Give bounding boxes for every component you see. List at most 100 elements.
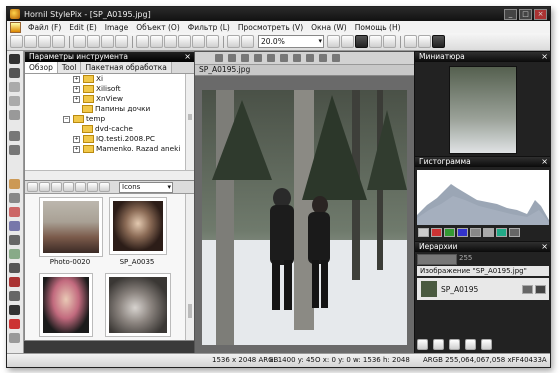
scroll-thumb[interactable] — [188, 114, 192, 120]
red-eye-icon[interactable] — [9, 319, 20, 329]
channel-red-icon[interactable] — [431, 228, 442, 237]
channel-active-icon[interactable] — [496, 228, 507, 237]
fullscreen-icon[interactable] — [383, 35, 396, 48]
fill-icon[interactable] — [9, 249, 20, 259]
eye-icon[interactable] — [9, 54, 20, 64]
channel-other-icon[interactable] — [509, 228, 520, 237]
last-image-icon[interactable] — [115, 35, 128, 48]
menu-filter[interactable]: Фильтр (L) — [184, 23, 234, 32]
new-file-icon[interactable] — [10, 35, 23, 48]
channel-green-icon[interactable] — [444, 228, 455, 237]
align-icon[interactable] — [319, 54, 327, 62]
navigator-preview[interactable] — [449, 66, 517, 154]
flip-icon[interactable] — [241, 35, 254, 48]
zoom-out-icon[interactable] — [341, 35, 354, 48]
menu-edit[interactable]: Edit (E) — [65, 23, 101, 32]
layer-row[interactable]: SP_A0195 — [417, 278, 549, 300]
pencil-icon[interactable] — [9, 193, 20, 203]
close-button[interactable]: × — [534, 8, 547, 20]
layer-lock-icon[interactable] — [522, 284, 533, 294]
tree-item[interactable]: + Xilisoft — [25, 84, 185, 94]
view-mode-select[interactable]: Icons — [119, 181, 173, 193]
panel-layout-icon[interactable] — [432, 35, 445, 48]
tab-browse[interactable]: Обзор — [25, 62, 58, 73]
duplicate-layer-icon[interactable] — [433, 339, 444, 350]
tree-item[interactable]: + Mamenko. Razad aneki — [25, 144, 185, 154]
channel-alpha-icon[interactable] — [470, 228, 481, 237]
align-icon[interactable] — [306, 54, 314, 62]
foreground-color-icon[interactable] — [9, 305, 20, 315]
zoom-in-icon[interactable] — [327, 35, 340, 48]
maximize-button[interactable]: □ — [519, 8, 532, 20]
expand-icon[interactable]: + — [73, 95, 80, 103]
ruler-icon[interactable] — [418, 35, 431, 48]
new-layer-icon[interactable] — [417, 339, 428, 350]
opacity-value[interactable]: 255 — [459, 254, 509, 263]
thumbnail[interactable] — [105, 273, 171, 337]
save-icon[interactable] — [38, 35, 51, 48]
thumbnail[interactable] — [39, 273, 93, 337]
rotate-right-icon[interactable] — [75, 182, 86, 192]
close-icon[interactable]: × — [541, 52, 548, 62]
close-icon[interactable]: × — [541, 242, 548, 252]
move-icon[interactable] — [215, 54, 223, 62]
align-icon[interactable] — [254, 54, 262, 62]
align-icon[interactable] — [293, 54, 301, 62]
expand-icon[interactable]: + — [73, 135, 80, 143]
layer-visibility-icon[interactable] — [535, 284, 546, 294]
channel-blue-icon[interactable] — [457, 228, 468, 237]
zoom-select[interactable]: 20.0% — [258, 35, 324, 48]
move-tool-icon[interactable] — [9, 68, 20, 78]
camera-icon[interactable] — [39, 182, 50, 192]
effects-icon[interactable] — [136, 35, 149, 48]
tree-item[interactable]: + IQ.testi.2008.PC — [25, 134, 185, 144]
tree-item[interactable]: − temp — [25, 114, 185, 124]
select-rect-icon[interactable] — [9, 82, 20, 92]
expand-icon[interactable]: + — [73, 85, 80, 93]
close-icon[interactable] — [332, 54, 340, 62]
expand-icon[interactable]: + — [73, 75, 80, 83]
close-icon[interactable]: × — [184, 52, 191, 62]
browser-scrollbar[interactable] — [185, 194, 194, 340]
fit-view-icon[interactable] — [355, 35, 368, 48]
menu-view[interactable]: Просмотреть (V) — [234, 23, 307, 32]
blend-mode-select[interactable] — [417, 254, 457, 265]
copy-icon[interactable] — [87, 182, 98, 192]
close-icon[interactable]: × — [541, 157, 548, 167]
gradient-icon[interactable] — [9, 263, 20, 273]
refresh-icon[interactable] — [51, 182, 62, 192]
tab-batch[interactable]: Пакетная обработка — [81, 62, 172, 73]
next-image-icon[interactable] — [101, 35, 114, 48]
transform-icon[interactable] — [9, 145, 20, 155]
menu-windows[interactable]: Окна (W) — [307, 23, 351, 32]
smudge-icon[interactable] — [9, 235, 20, 245]
undo-icon[interactable] — [192, 35, 205, 48]
select-ellipse-icon[interactable] — [9, 96, 20, 106]
tree-hscrollbar[interactable] — [25, 170, 194, 180]
tree-item[interactable]: + XnView — [25, 94, 185, 104]
text-tool-icon[interactable] — [9, 291, 20, 301]
redo-icon[interactable] — [206, 35, 219, 48]
minimize-button[interactable]: _ — [504, 8, 517, 20]
scroll-thumb[interactable] — [188, 304, 192, 318]
align-icon[interactable] — [280, 54, 288, 62]
tree-item[interactable]: Папины дочки — [25, 104, 185, 114]
grid-icon[interactable] — [404, 35, 417, 48]
layer-up-icon[interactable] — [449, 339, 460, 350]
collapse-icon[interactable]: − — [63, 115, 70, 123]
crop-icon[interactable] — [9, 131, 20, 141]
delete-layer-icon[interactable] — [481, 339, 492, 350]
hand-icon[interactable] — [9, 333, 20, 343]
folder-up-icon[interactable] — [27, 182, 38, 192]
paste-icon[interactable] — [178, 35, 191, 48]
thumbnail[interactable] — [109, 197, 167, 255]
color-picker-icon[interactable] — [9, 277, 20, 287]
layer-down-icon[interactable] — [465, 339, 476, 350]
prev-image-icon[interactable] — [87, 35, 100, 48]
eraser-icon[interactable] — [9, 207, 20, 217]
menu-object[interactable]: Объект (O) — [132, 23, 183, 32]
align-icon[interactable] — [267, 54, 275, 62]
menu-file[interactable]: Файл (F) — [24, 23, 65, 32]
copy-icon[interactable] — [164, 35, 177, 48]
thumbnail[interactable] — [39, 197, 103, 257]
